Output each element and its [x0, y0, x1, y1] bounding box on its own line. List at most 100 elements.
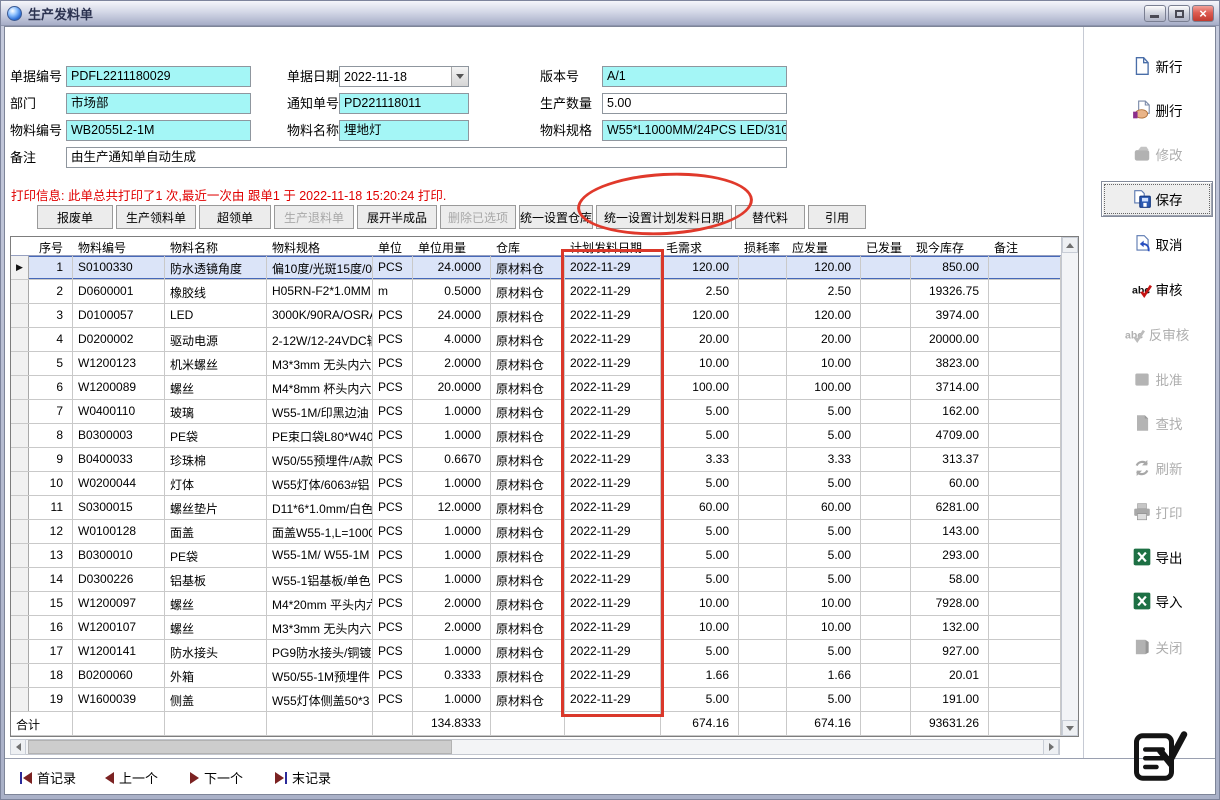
set-plan-issue-date-all-button[interactable]: 统一设置计划发料日期	[596, 205, 732, 229]
cell-issued-qty[interactable]	[861, 328, 911, 351]
cell-loss-rate[interactable]	[739, 400, 787, 423]
cell-issued-qty[interactable]	[861, 544, 911, 567]
row-indicator[interactable]	[11, 568, 29, 591]
cell-loss-rate[interactable]	[739, 688, 787, 711]
cell-current-stock[interactable]: 19326.75	[911, 280, 989, 303]
cell-material-code[interactable]: W1200097	[73, 592, 165, 615]
cell-loss-rate[interactable]	[739, 592, 787, 615]
notice-no-field[interactable]: PD221118011	[339, 93, 469, 114]
cell-unit-usage[interactable]: 2.0000	[413, 616, 491, 639]
prod-qty-field[interactable]: 5.00	[602, 93, 787, 114]
last-record-button[interactable]: 末记录	[275, 768, 331, 787]
cell-remark[interactable]	[989, 280, 1061, 303]
save-button[interactable]: 保存	[1101, 181, 1213, 217]
expand-semi-finished-button[interactable]: 展开半成品	[357, 205, 437, 229]
first-record-button[interactable]: 首记录	[20, 768, 76, 787]
scroll-up-button[interactable]	[1062, 237, 1078, 253]
cell-seq[interactable]: 9	[29, 448, 73, 471]
audit-button[interactable]: abc审核	[1101, 276, 1213, 302]
table-row[interactable]: 13B0300010PE袋W55-1M/ W55-1MPCS1.0000原材料仓…	[11, 544, 1078, 568]
cell-remark[interactable]	[989, 448, 1061, 471]
table-row[interactable]: 5W1200123机米螺丝M3*3mm 无头内六PCS2.0000原材料仓202…	[11, 352, 1078, 376]
cell-seq[interactable]: 6	[29, 376, 73, 399]
table-row[interactable]: 15W1200097螺丝M4*20mm 平头内六PCS2.0000原材料仓202…	[11, 592, 1078, 616]
cell-issued-qty[interactable]	[861, 376, 911, 399]
cell-plan-issue-date[interactable]: 2022-11-29	[565, 664, 661, 687]
cell-due-issue-qty[interactable]: 10.00	[787, 352, 861, 375]
row-indicator[interactable]	[11, 424, 29, 447]
cell-material-code[interactable]: W1200141	[73, 640, 165, 663]
cell-material-name[interactable]: 灯体	[165, 472, 267, 495]
cell-spec[interactable]: PE束口袋L80*W40	[267, 424, 373, 447]
cell-seq[interactable]: 14	[29, 568, 73, 591]
cell-unit-usage[interactable]: 1.0000	[413, 520, 491, 543]
new-row-button[interactable]: 新行	[1101, 53, 1213, 79]
prev-record-button[interactable]: 上一个	[105, 768, 158, 787]
cell-loss-rate[interactable]	[739, 424, 787, 447]
cell-loss-rate[interactable]	[739, 544, 787, 567]
cell-current-stock[interactable]: 3823.00	[911, 352, 989, 375]
cell-unit[interactable]: PCS	[373, 400, 413, 423]
cell-seq[interactable]: 1	[29, 256, 73, 279]
cell-loss-rate[interactable]	[739, 520, 787, 543]
cell-material-name[interactable]: 螺丝	[165, 592, 267, 615]
cell-gross-demand[interactable]: 10.00	[661, 352, 739, 375]
column-header-unit-usage[interactable]: 单位用量	[413, 237, 491, 255]
doc-no-field[interactable]: PDFL2211180029	[66, 66, 251, 87]
row-indicator[interactable]	[11, 688, 29, 711]
column-header-gross-demand[interactable]: 毛需求	[661, 237, 739, 255]
cell-material-code[interactable]: W1600039	[73, 688, 165, 711]
cell-unit-usage[interactable]: 1.0000	[413, 568, 491, 591]
cell-loss-rate[interactable]	[739, 328, 787, 351]
cell-material-name[interactable]: 橡胶线	[165, 280, 267, 303]
cell-material-name[interactable]: PE袋	[165, 544, 267, 567]
cell-unit[interactable]: PCS	[373, 304, 413, 327]
cell-spec[interactable]: W55灯体侧盖50*3	[267, 688, 373, 711]
cell-plan-issue-date[interactable]: 2022-11-29	[565, 688, 661, 711]
cell-remark[interactable]	[989, 496, 1061, 519]
cell-spec[interactable]: W50/55-1M预埋件	[267, 664, 373, 687]
row-indicator[interactable]	[11, 376, 29, 399]
remark-field[interactable]: 由生产通知单自动生成	[66, 147, 787, 168]
cell-seq[interactable]: 18	[29, 664, 73, 687]
cell-gross-demand[interactable]: 60.00	[661, 496, 739, 519]
table-row[interactable]: 4D0200002驱动电源2-12W/12-24VDC输PCS4.0000原材料…	[11, 328, 1078, 352]
material-spec-field[interactable]: W55*L1000MM/24PCS LED/310	[602, 120, 787, 141]
row-indicator[interactable]	[11, 640, 29, 663]
cell-warehouse[interactable]: 原材料仓	[491, 520, 565, 543]
cell-material-name[interactable]: LED	[165, 304, 267, 327]
cell-current-stock[interactable]: 162.00	[911, 400, 989, 423]
table-row[interactable]: 17W1200141防水接头PG9防水接头/铜镀PCS1.0000原材料仓202…	[11, 640, 1078, 664]
import-button[interactable]: 导入	[1101, 588, 1213, 614]
cell-current-stock[interactable]: 293.00	[911, 544, 989, 567]
cell-spec[interactable]: D11*6*1.0mm/白色	[267, 496, 373, 519]
cell-loss-rate[interactable]	[739, 472, 787, 495]
cell-material-name[interactable]: 侧盖	[165, 688, 267, 711]
cell-due-issue-qty[interactable]: 5.00	[787, 520, 861, 543]
cell-material-name[interactable]: 珍珠棉	[165, 448, 267, 471]
substitute-material-button[interactable]: 替代料	[735, 205, 805, 229]
next-record-button[interactable]: 下一个	[190, 768, 243, 787]
cell-warehouse[interactable]: 原材料仓	[491, 448, 565, 471]
cell-remark[interactable]	[989, 376, 1061, 399]
cell-gross-demand[interactable]: 5.00	[661, 520, 739, 543]
cell-current-stock[interactable]: 58.00	[911, 568, 989, 591]
cell-gross-demand[interactable]: 5.00	[661, 400, 739, 423]
table-row[interactable]: 14D0300226铝基板W55-1铝基板/单色PCS1.0000原材料仓202…	[11, 568, 1078, 592]
cell-plan-issue-date[interactable]: 2022-11-29	[565, 424, 661, 447]
cell-plan-issue-date[interactable]: 2022-11-29	[565, 640, 661, 663]
row-indicator[interactable]	[11, 472, 29, 495]
table-row[interactable]: 11S0300015螺丝垫片D11*6*1.0mm/白色PCS12.0000原材…	[11, 496, 1078, 520]
cell-unit[interactable]: m	[373, 280, 413, 303]
cell-gross-demand[interactable]: 120.00	[661, 304, 739, 327]
cell-remark[interactable]	[989, 304, 1061, 327]
cell-unit[interactable]: PCS	[373, 568, 413, 591]
cell-material-name[interactable]: 外箱	[165, 664, 267, 687]
cell-loss-rate[interactable]	[739, 448, 787, 471]
horizontal-scroll-thumb[interactable]	[28, 740, 452, 754]
cell-loss-rate[interactable]	[739, 640, 787, 663]
cell-loss-rate[interactable]	[739, 304, 787, 327]
row-indicator[interactable]	[11, 496, 29, 519]
cell-seq[interactable]: 5	[29, 352, 73, 375]
cell-current-stock[interactable]: 60.00	[911, 472, 989, 495]
